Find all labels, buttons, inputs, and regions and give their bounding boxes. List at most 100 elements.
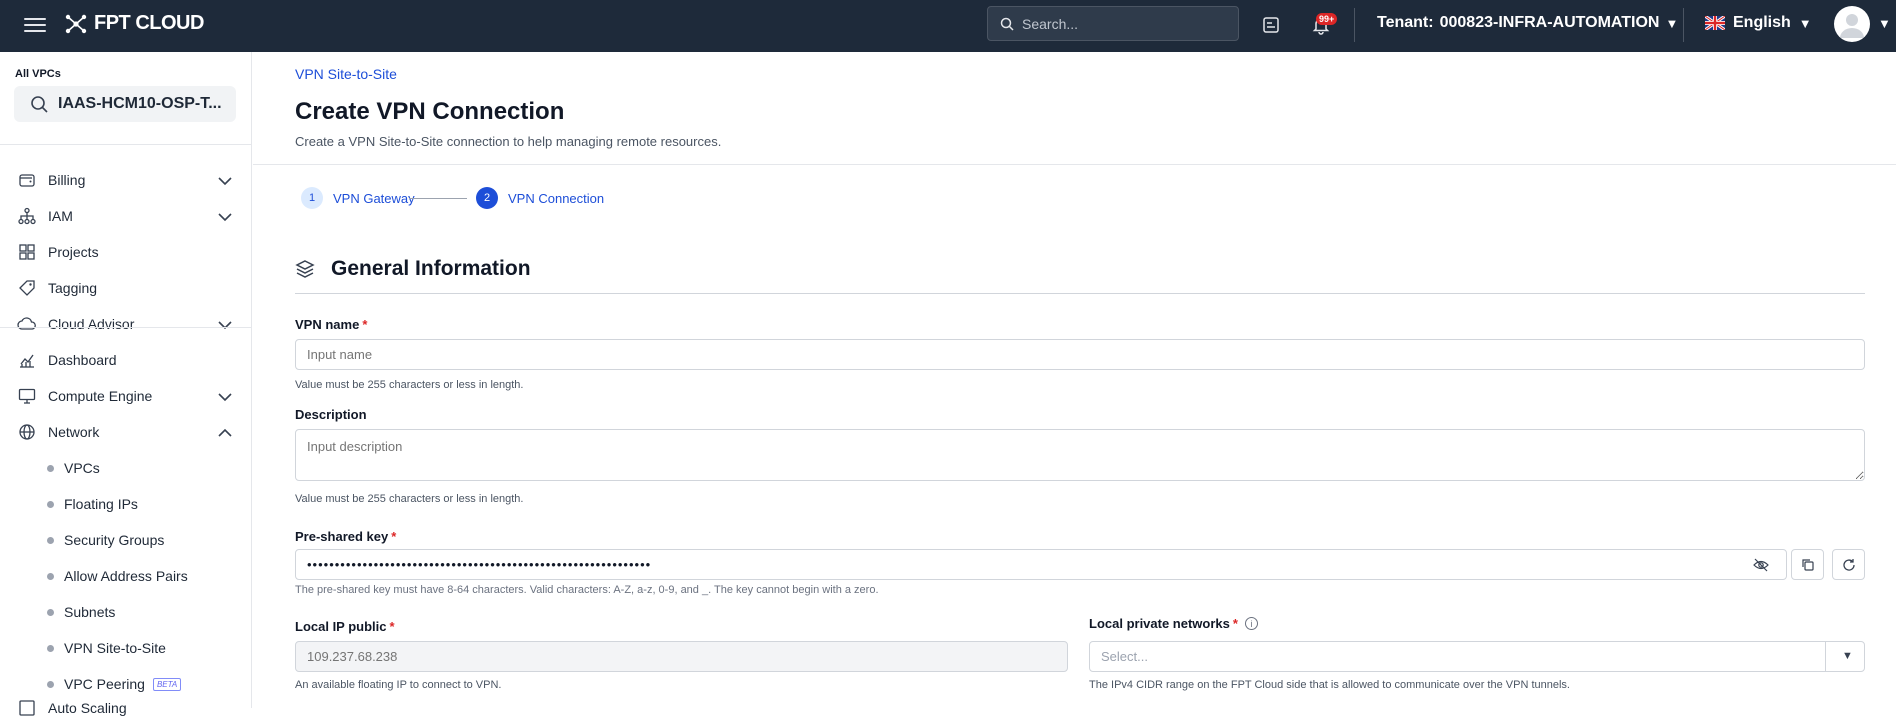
- step-connector: [409, 198, 467, 199]
- sidebar-sub-vpn-site-to-site[interactable]: VPN Site-to-Site: [0, 630, 251, 666]
- local-networks-label: Local private networks * i: [1089, 616, 1258, 631]
- chevron-down-icon: [218, 209, 232, 227]
- sidebar-sub-allow-address-pairs[interactable]: Allow Address Pairs: [0, 558, 251, 594]
- breadcrumb[interactable]: VPN Site-to-Site: [295, 66, 397, 82]
- divider: [0, 327, 251, 328]
- psk-hint: The pre-shared key must have 8-64 charac…: [295, 584, 879, 596]
- sidebar-sub-vpcs[interactable]: VPCs: [0, 450, 251, 486]
- logo[interactable]: FPT CLOUD: [64, 12, 204, 35]
- sidebar-item-cloud-advisor[interactable]: Cloud Advisor: [0, 306, 251, 342]
- step-label: VPN Gateway: [333, 190, 415, 206]
- sidebar-item-label: Auto Scaling: [48, 700, 127, 716]
- sidebar-item-projects[interactable]: Projects: [0, 234, 251, 270]
- avatar[interactable]: [1834, 6, 1870, 42]
- sidebar-item-label: VPC Peering: [64, 676, 145, 692]
- sidebar-item-label: VPN Site-to-Site: [64, 640, 166, 656]
- sidebar-item-iam[interactable]: IAM: [0, 198, 251, 234]
- release-notes-icon[interactable]: [1258, 12, 1284, 38]
- sidebar-item-billing[interactable]: Billing: [0, 162, 251, 198]
- copy-button[interactable]: [1791, 549, 1824, 580]
- org-chart-icon: [16, 205, 38, 227]
- grid-icon: [16, 241, 38, 263]
- bullet-icon: [47, 536, 54, 544]
- divider: [253, 164, 1896, 165]
- page-title: Create VPN Connection: [295, 98, 565, 125]
- regenerate-button[interactable]: [1832, 549, 1865, 580]
- divider: [295, 293, 1865, 294]
- vpc-selector[interactable]: IAAS-HCM10-OSP-T...: [14, 86, 236, 122]
- vpc-label: All VPCs: [15, 68, 61, 80]
- sidebar-item-label: Cloud Advisor: [48, 316, 135, 332]
- bullet-icon: [47, 644, 54, 652]
- vpn-name-input[interactable]: [295, 339, 1865, 370]
- sidebar-sub-floating-ips[interactable]: Floating IPs: [0, 486, 251, 522]
- bullet-icon: [47, 464, 54, 472]
- divider: [1354, 8, 1355, 42]
- chevron-down-icon: [218, 389, 232, 407]
- description-input[interactable]: [295, 429, 1865, 481]
- layers-icon: [295, 260, 315, 278]
- sidebar-item-auto-scaling[interactable]: Auto Scaling: [0, 696, 251, 720]
- description-hint: Value must be 255 characters or less in …: [295, 493, 524, 505]
- chevron-up-icon: [218, 425, 232, 443]
- chevron-down-icon: [218, 173, 232, 191]
- search-icon: [31, 96, 48, 113]
- psk-label: Pre-shared key *: [295, 529, 397, 544]
- step-vpn-connection[interactable]: 2 VPN Connection: [476, 187, 604, 209]
- section-title-text: General Information: [331, 257, 531, 280]
- caret-down-icon[interactable]: ▼: [1878, 16, 1891, 31]
- chevron-down-icon: [218, 317, 232, 335]
- tenant-label: Tenant:: [1377, 14, 1434, 31]
- sidebar-item-tagging[interactable]: Tagging: [0, 270, 251, 306]
- sidebar-item-label: Dashboard: [48, 352, 117, 368]
- step-vpn-gateway[interactable]: 1 VPN Gateway: [301, 187, 415, 209]
- section-title: General Information: [295, 257, 531, 281]
- chart-icon: [16, 349, 38, 371]
- logo-icon: [65, 14, 87, 33]
- wallet-icon: [16, 169, 38, 191]
- step-number: 2: [476, 187, 498, 209]
- beta-badge: BETA: [152, 677, 182, 691]
- tenant-selector[interactable]: Tenant: 000823-INFRA-AUTOMATION ▼: [1377, 14, 1678, 32]
- sidebar-sub-subnets[interactable]: Subnets: [0, 594, 251, 630]
- sidebar-item-label: Allow Address Pairs: [64, 568, 188, 584]
- sidebar-item-label: Subnets: [64, 604, 116, 620]
- local-networks-select[interactable]: Select... ▼: [1089, 641, 1865, 672]
- caret-down-icon[interactable]: ▼: [1842, 650, 1853, 662]
- cloud-icon: [16, 313, 38, 335]
- step-label: VPN Connection: [508, 190, 605, 206]
- language-label: English: [1733, 14, 1791, 31]
- global-search[interactable]: [987, 6, 1239, 41]
- divider: [0, 144, 251, 145]
- sidebar-item-label: Tagging: [48, 280, 98, 296]
- sidebar-item-label: Compute Engine: [48, 388, 153, 404]
- eye-off-icon[interactable]: [1753, 557, 1769, 578]
- language-selector[interactable]: English ▼: [1705, 14, 1812, 32]
- info-icon[interactable]: i: [1244, 617, 1258, 630]
- vpc-selected: IAAS-HCM10-OSP-T...: [58, 95, 222, 112]
- tag-icon: [16, 277, 38, 299]
- main-content: VPN Site-to-Site Create VPN Connection C…: [253, 52, 1896, 708]
- sidebar-item-dashboard[interactable]: Dashboard: [0, 342, 251, 378]
- uk-flag-icon: [1705, 16, 1725, 30]
- top-bar: FPT CLOUD 99+ Tenant: 000823-INFRA-AUTOM…: [0, 0, 1896, 52]
- bullet-icon: [47, 608, 54, 616]
- tenant-value: 000823-INFRA-AUTOMATION: [1439, 14, 1660, 31]
- refresh-icon: [1842, 558, 1855, 571]
- sidebar-item-label: Projects: [48, 244, 99, 260]
- scaling-icon: [16, 697, 38, 719]
- divider: [1825, 642, 1826, 671]
- menu-icon[interactable]: [24, 15, 46, 35]
- sidebar-item-network[interactable]: Network: [0, 414, 251, 450]
- sidebar-sub-security-groups[interactable]: Security Groups: [0, 522, 251, 558]
- caret-down-icon: ▼: [1665, 15, 1679, 31]
- local-ip-hint: An available floating IP to connect to V…: [295, 679, 502, 691]
- description-label: Description: [295, 407, 367, 422]
- psk-input[interactable]: ••••••••••••••••••••••••••••••••••••••••…: [295, 549, 1787, 580]
- bullet-icon: [47, 572, 54, 580]
- search-input[interactable]: [1022, 15, 1222, 32]
- local-networks-hint: The IPv4 CIDR range on the FPT Cloud sid…: [1089, 679, 1570, 691]
- caret-down-icon: ▼: [1798, 15, 1812, 31]
- vpn-name-label: VPN name *: [295, 317, 368, 332]
- sidebar-item-compute-engine[interactable]: Compute Engine: [0, 378, 251, 414]
